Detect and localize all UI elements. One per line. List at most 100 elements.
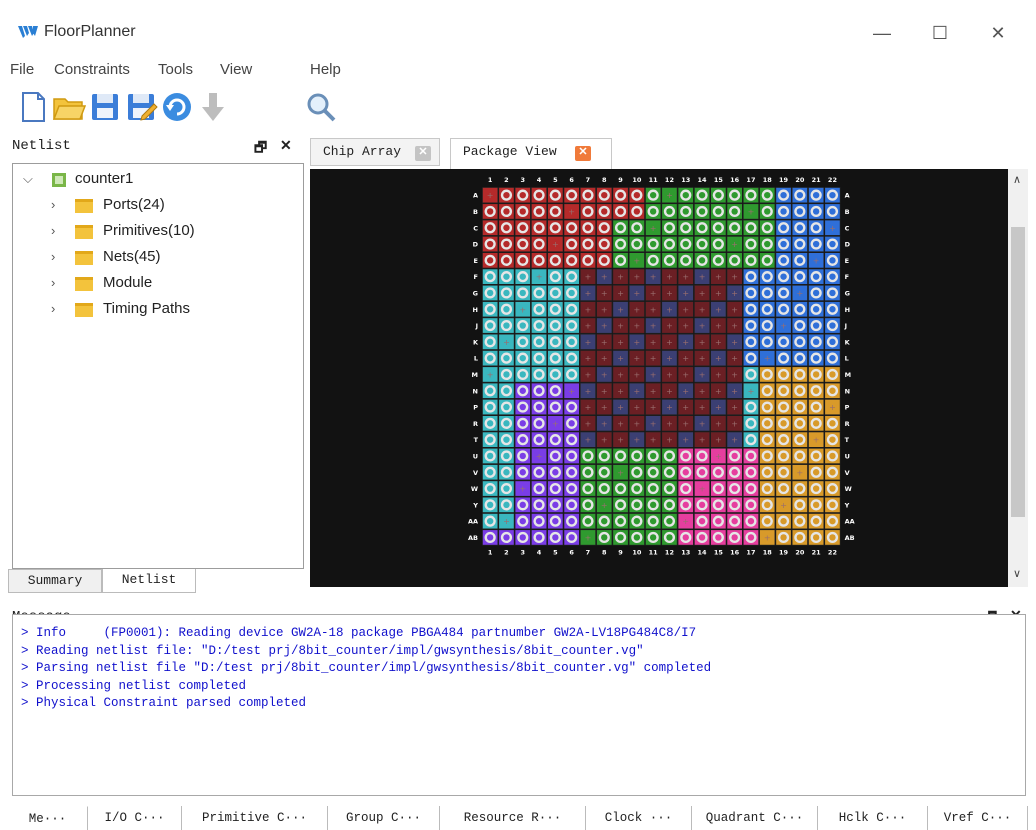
- package-pin[interactable]: [742, 252, 759, 269]
- tree-item-timing-paths[interactable]: › Timing Paths: [13, 298, 303, 322]
- package-pin[interactable]: [759, 366, 776, 383]
- package-pin[interactable]: [547, 203, 564, 220]
- package-pin[interactable]: [579, 496, 596, 513]
- package-pin[interactable]: [759, 399, 776, 415]
- package-pin[interactable]: +: [628, 301, 645, 318]
- package-pin[interactable]: +: [579, 317, 596, 334]
- package-pin[interactable]: +: [628, 268, 645, 285]
- package-pin[interactable]: [579, 464, 596, 481]
- package-pin[interactable]: [531, 317, 547, 334]
- package-pin[interactable]: [791, 366, 808, 383]
- package-pin[interactable]: +: [726, 317, 743, 334]
- package-pin[interactable]: [482, 480, 499, 497]
- package-pin[interactable]: [547, 447, 564, 464]
- package-pin[interactable]: +: [677, 317, 694, 334]
- package-pin[interactable]: [645, 236, 662, 253]
- package-pin[interactable]: [759, 268, 776, 285]
- package-pin[interactable]: +: [677, 301, 694, 318]
- package-pin[interactable]: [514, 268, 531, 285]
- package-pin[interactable]: [596, 219, 613, 236]
- package-pin[interactable]: [775, 399, 792, 415]
- package-pin[interactable]: [482, 268, 499, 285]
- package-pin[interactable]: +: [596, 333, 613, 350]
- package-pin[interactable]: [824, 187, 841, 204]
- package-pin[interactable]: +: [759, 529, 776, 546]
- package-pin[interactable]: [498, 285, 515, 301]
- package-pin[interactable]: [547, 350, 564, 367]
- package-pin[interactable]: [514, 447, 531, 464]
- package-pin[interactable]: [775, 285, 792, 301]
- package-pin[interactable]: [791, 496, 808, 513]
- package-pin[interactable]: +: [694, 366, 710, 383]
- package-pin[interactable]: +: [661, 333, 678, 350]
- package-pin[interactable]: +: [694, 431, 710, 448]
- save-icon[interactable]: [88, 90, 122, 124]
- package-pin[interactable]: [710, 480, 727, 497]
- package-pin[interactable]: [628, 480, 645, 497]
- tree-item-ports[interactable]: › Ports(24): [13, 194, 303, 218]
- package-pin[interactable]: [742, 431, 759, 448]
- package-pin[interactable]: [824, 447, 841, 464]
- package-pin[interactable]: [547, 496, 564, 513]
- scroll-down-icon[interactable]: ∨: [1013, 567, 1021, 580]
- package-pin[interactable]: [726, 480, 743, 497]
- package-pin[interactable]: [645, 203, 662, 220]
- package-pin[interactable]: [661, 464, 678, 481]
- package-pin[interactable]: [514, 219, 531, 236]
- package-pin[interactable]: +: [775, 496, 792, 513]
- package-pin[interactable]: +: [694, 301, 710, 318]
- package-pin[interactable]: +: [612, 285, 629, 301]
- package-pin[interactable]: +: [596, 431, 613, 448]
- package-pin[interactable]: [563, 187, 580, 204]
- package-pin[interactable]: [791, 268, 808, 285]
- package-pin[interactable]: +: [628, 317, 645, 334]
- package-pin[interactable]: [824, 268, 841, 285]
- package-pin[interactable]: [482, 285, 499, 301]
- package-pin[interactable]: [514, 399, 531, 415]
- package-pin[interactable]: [759, 447, 776, 464]
- package-pin[interactable]: [791, 333, 808, 350]
- package-pin[interactable]: +: [726, 268, 743, 285]
- package-pin[interactable]: +: [661, 350, 678, 367]
- package-pin[interactable]: [808, 480, 825, 497]
- package-pin[interactable]: +: [726, 301, 743, 318]
- package-pin[interactable]: [596, 480, 613, 497]
- package-pin[interactable]: [824, 252, 841, 269]
- close-panel-icon[interactable]: ✕: [280, 137, 292, 154]
- menu-help[interactable]: Help: [310, 61, 341, 78]
- package-pin[interactable]: [514, 203, 531, 220]
- package-pin[interactable]: [808, 317, 825, 334]
- package-pin[interactable]: [596, 252, 613, 269]
- package-pin[interactable]: [791, 415, 808, 432]
- package-pin[interactable]: +: [645, 268, 662, 285]
- package-pin[interactable]: +: [726, 285, 743, 301]
- package-pin[interactable]: +: [645, 350, 662, 367]
- package-pin[interactable]: [547, 399, 564, 415]
- package-pin[interactable]: [759, 301, 776, 318]
- package-pin[interactable]: +: [579, 366, 596, 383]
- package-pin[interactable]: +: [579, 529, 596, 546]
- package-pin[interactable]: [661, 219, 678, 236]
- package-pin[interactable]: +: [612, 464, 629, 481]
- tab-netlist[interactable]: Netlist: [102, 569, 196, 593]
- package-pin[interactable]: [759, 496, 776, 513]
- package-pin[interactable]: [694, 496, 710, 513]
- package-pin[interactable]: +: [824, 399, 841, 415]
- package-pin[interactable]: [808, 415, 825, 432]
- package-pin[interactable]: [824, 317, 841, 334]
- package-pin[interactable]: +: [579, 333, 596, 350]
- search-magnifier-icon[interactable]: [304, 90, 338, 124]
- close-tab-icon[interactable]: ✕: [575, 146, 591, 161]
- menu-file[interactable]: File: [10, 61, 34, 78]
- package-pin[interactable]: +: [645, 285, 662, 301]
- package-pin[interactable]: [677, 496, 694, 513]
- package-pin[interactable]: +: [694, 382, 710, 399]
- package-pin[interactable]: [824, 415, 841, 432]
- package-pin[interactable]: [628, 464, 645, 481]
- package-pin[interactable]: [514, 415, 531, 432]
- maximize-button[interactable]: ☐: [920, 18, 960, 48]
- package-pin[interactable]: [759, 382, 776, 399]
- package-pin[interactable]: [563, 496, 580, 513]
- tab-vref-constraints[interactable]: Vref C···: [928, 806, 1028, 830]
- package-pin[interactable]: [808, 187, 825, 204]
